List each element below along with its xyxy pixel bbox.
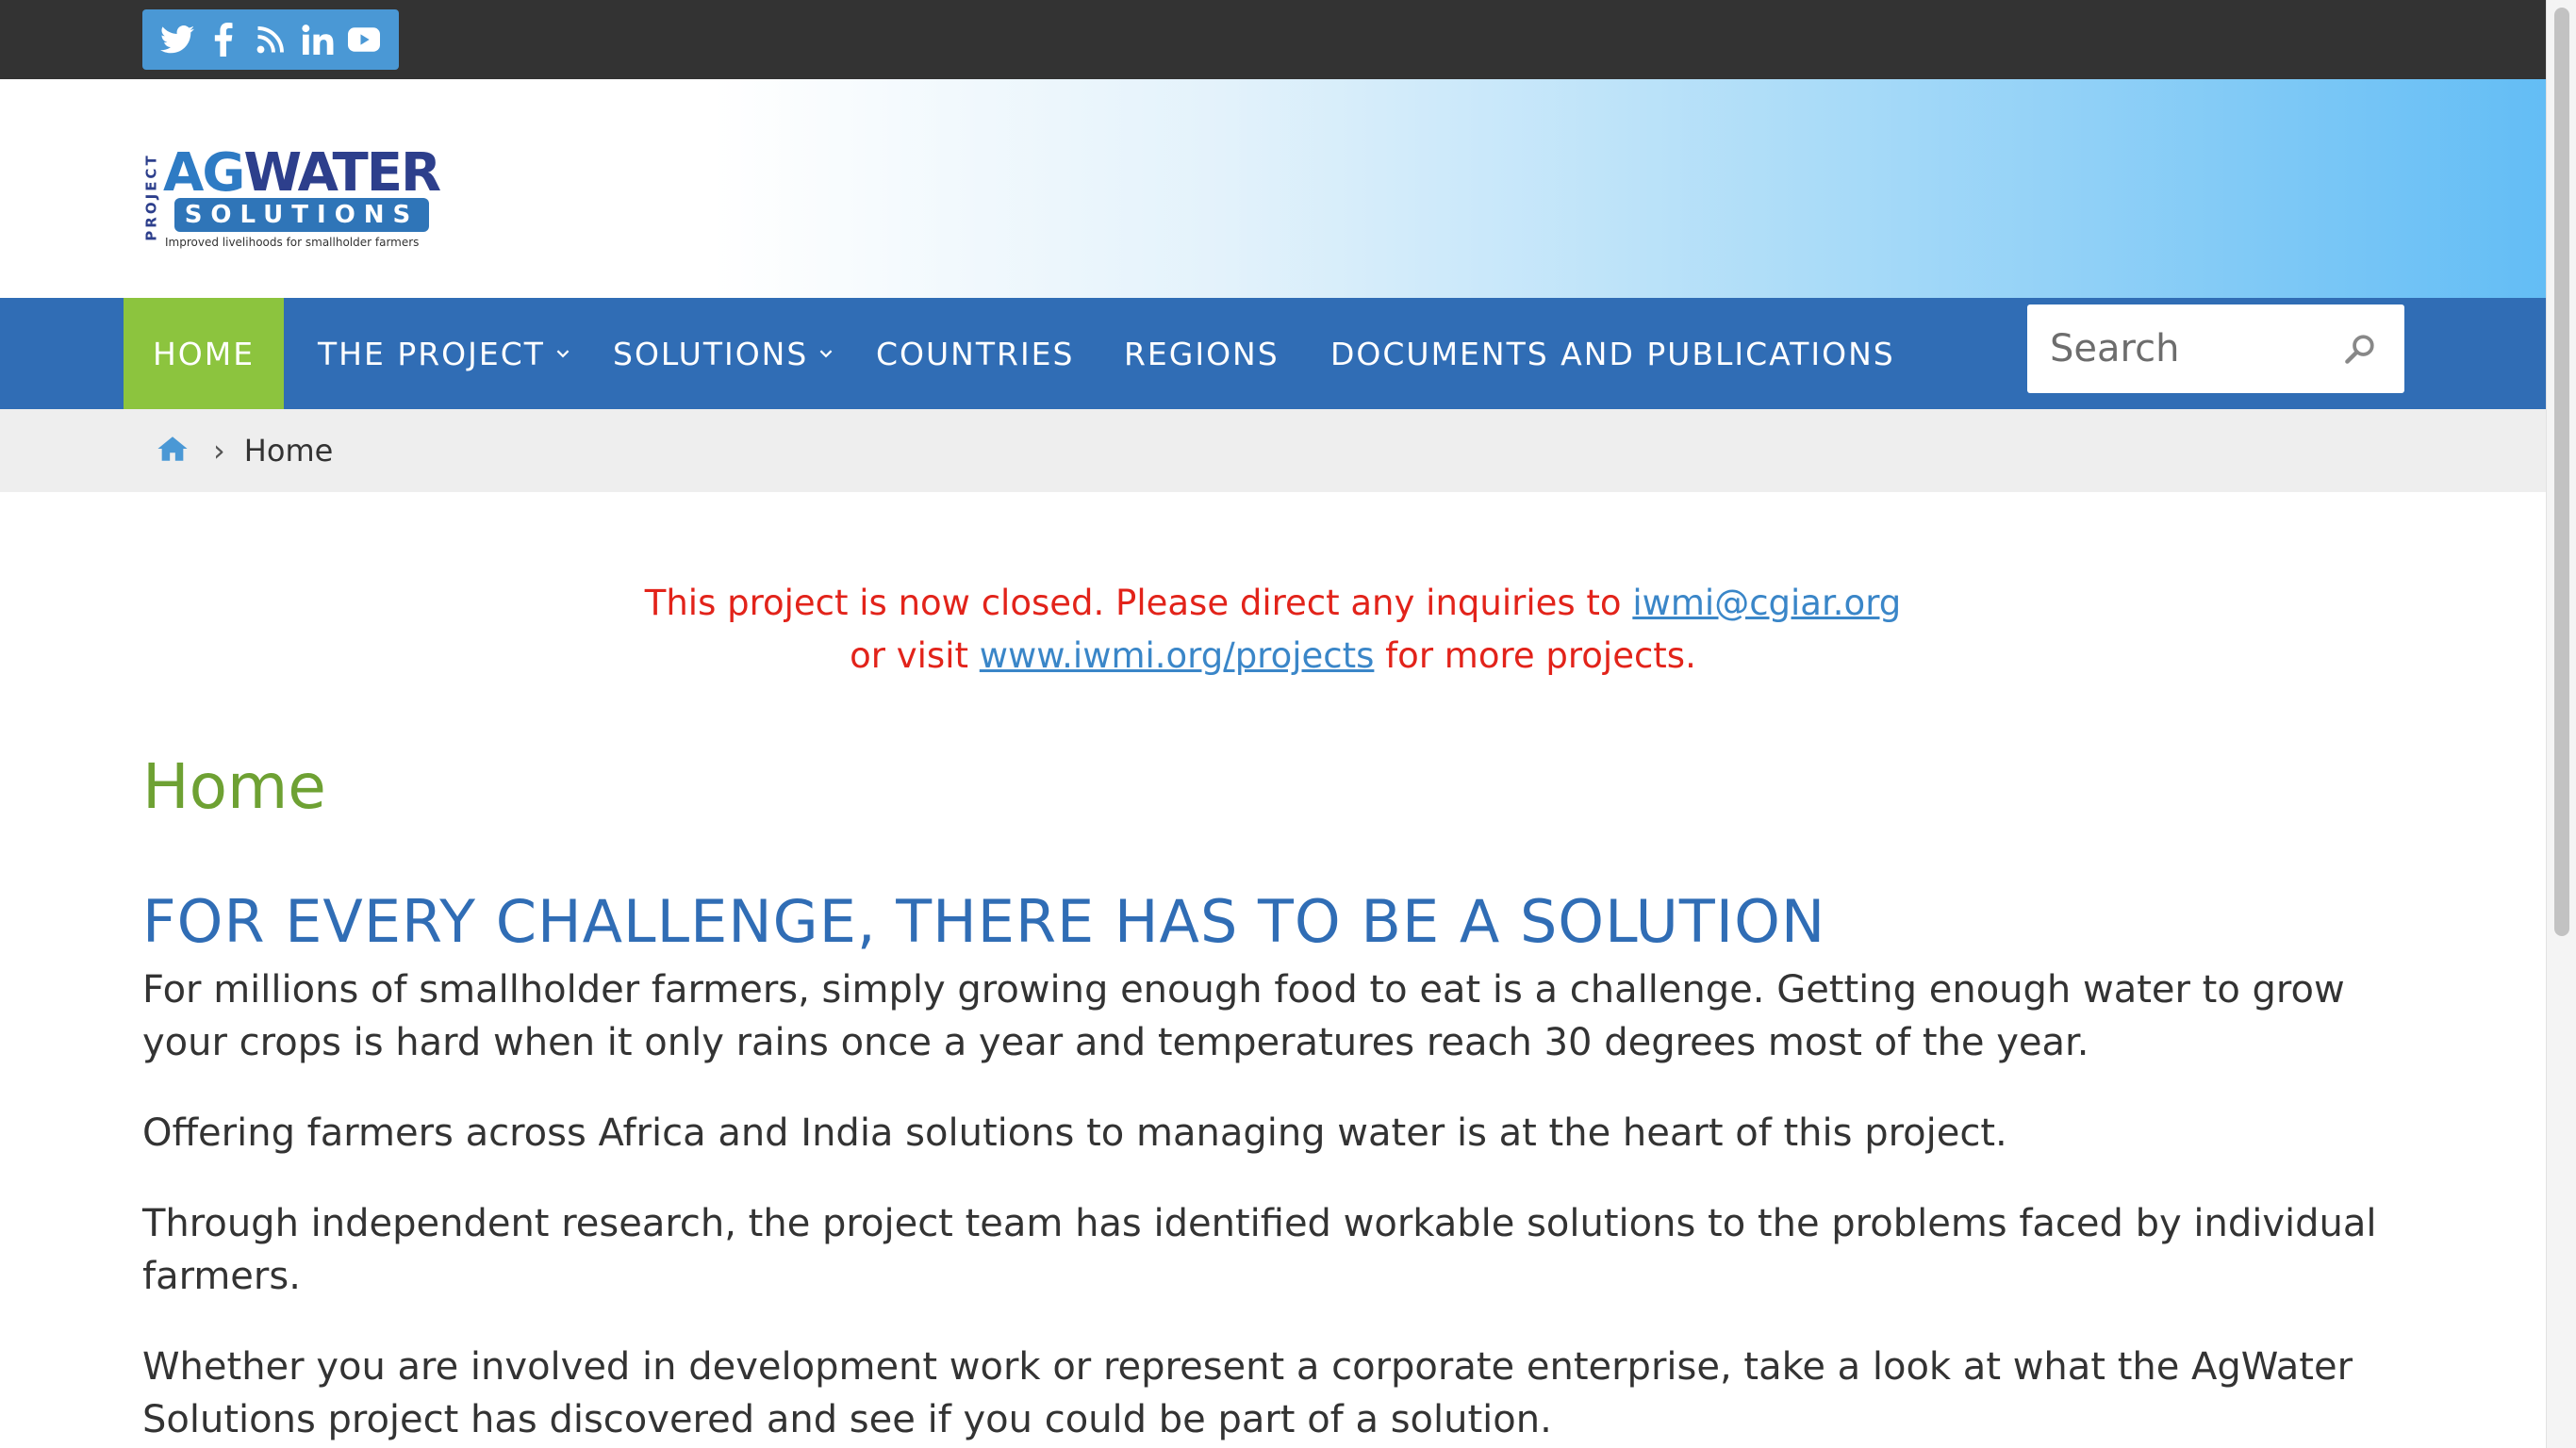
- social-links: [142, 9, 399, 70]
- paragraph: Offering farmers across Africa and India…: [142, 1111, 2007, 1155]
- section-heading: FOR EVERY CHALLENGE, THERE HAS TO BE A S…: [142, 887, 1826, 956]
- nav-item-countries[interactable]: COUNTRIES: [876, 298, 1074, 409]
- linkedin-icon[interactable]: [299, 21, 337, 58]
- breadcrumb: › Home: [0, 409, 2546, 492]
- site-header: PROJECT AGWATER SOLUTIONS Improved livel…: [0, 79, 2546, 298]
- chevron-down-icon: [556, 350, 570, 358]
- nav-item-label: HOME: [152, 335, 256, 372]
- nav-item-label: THE PROJECT: [318, 335, 545, 372]
- nav-item-regions[interactable]: REGIONS: [1124, 298, 1280, 409]
- projects-link[interactable]: www.iwmi.org/projects: [980, 635, 1375, 676]
- rss-icon[interactable]: [252, 21, 289, 58]
- logo-project-text: PROJECT: [143, 153, 160, 241]
- closed-notice: This project is now closed. Please direc…: [0, 577, 2546, 683]
- chevron-down-icon: [819, 350, 833, 358]
- breadcrumb-current: Home: [243, 433, 334, 469]
- search-icon[interactable]: [2344, 333, 2376, 365]
- nav-item-documents-and-publications[interactable]: DOCUMENTS AND PUBLICATIONS: [1330, 298, 1895, 409]
- paragraph: For millions of smallholder farmers, sim…: [142, 968, 2345, 1064]
- site-logo[interactable]: PROJECT AGWATER SOLUTIONS Improved livel…: [142, 145, 444, 258]
- notice-text: This project is now closed. Please direc…: [644, 583, 1633, 623]
- nav-item-label: COUNTRIES: [876, 335, 1075, 372]
- main-nav: HOME THE PROJECT SOLUTIONS COUNTRIES REG…: [0, 298, 2546, 409]
- chevron-right-icon: ›: [213, 433, 225, 469]
- nav-item-the-project[interactable]: THE PROJECT: [318, 298, 570, 409]
- logo-solutions-band: SOLUTIONS: [174, 198, 429, 232]
- nav-item-label: SOLUTIONS: [613, 335, 809, 372]
- logo-tagline: Improved livelihoods for smallholder far…: [165, 236, 420, 249]
- youtube-icon[interactable]: [345, 21, 383, 58]
- scrollbar-thumb[interactable]: [2554, 8, 2569, 936]
- notice-line-1: This project is now closed. Please direc…: [0, 577, 2546, 630]
- top-bar: [0, 0, 2546, 79]
- nav-item-solutions[interactable]: SOLUTIONS: [613, 298, 833, 409]
- main-content: Home FOR EVERY CHALLENGE, THERE HAS TO B…: [142, 745, 2386, 1448]
- notice-text: or visit: [850, 635, 980, 676]
- paragraph: Through independent research, the projec…: [142, 1202, 2377, 1298]
- body-text: For millions of smallholder farmers, sim…: [142, 963, 2386, 1446]
- page-title: Home: [142, 750, 326, 823]
- nav-item-label: REGIONS: [1124, 335, 1280, 372]
- home-icon[interactable]: [157, 435, 189, 467]
- facebook-icon[interactable]: [205, 21, 242, 58]
- page: PROJECT AGWATER SOLUTIONS Improved livel…: [0, 0, 2576, 1448]
- twitter-icon[interactable]: [158, 21, 196, 58]
- paragraph: Whether you are involved in development …: [142, 1345, 2353, 1441]
- search-box: [2027, 304, 2404, 393]
- logo-wordmark: AGWATER: [163, 142, 441, 204]
- notice-text: for more projects.: [1374, 635, 1696, 676]
- search-input[interactable]: [2027, 304, 2338, 393]
- nav-item-label: DOCUMENTS AND PUBLICATIONS: [1330, 335, 1895, 372]
- nav-item-home[interactable]: HOME: [124, 298, 284, 409]
- notice-line-2: or visit www.iwmi.org/projects for more …: [0, 630, 2546, 683]
- scrollbar[interactable]: [2546, 0, 2576, 1448]
- email-link[interactable]: iwmi@cgiar.org: [1632, 583, 1901, 623]
